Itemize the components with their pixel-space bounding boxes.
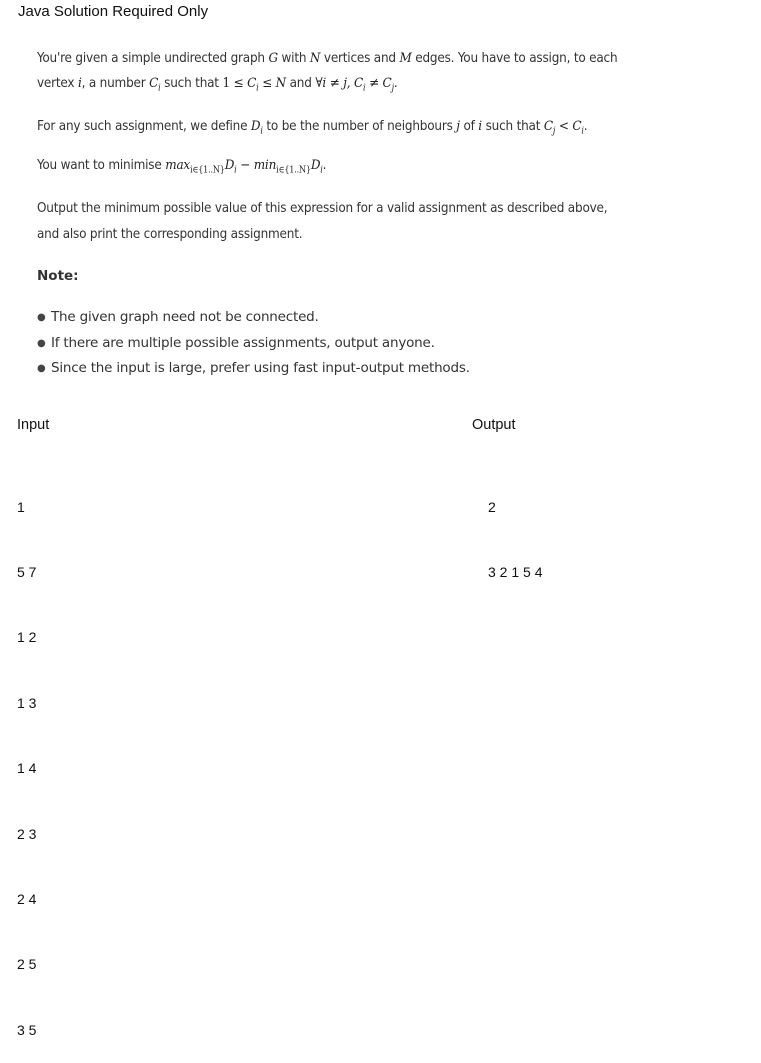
statement-line-2: vertex i, a number Ci such that 1 ≤ Ci ≤… <box>37 71 398 102</box>
text: . <box>322 158 327 173</box>
text: . <box>393 76 398 91</box>
text: with <box>277 51 310 66</box>
math-max: max <box>165 158 191 173</box>
text: and <box>286 76 316 91</box>
math-Cj: Cj <box>543 119 556 137</box>
input-line: 1 2 <box>17 629 37 646</box>
math-C: C <box>149 76 159 91</box>
text: You're given a simple undirected graph <box>37 51 269 66</box>
input-line: 1 <box>17 498 25 515</box>
statement-line-5: Output the minimum possible value of thi… <box>37 201 608 216</box>
bullet-icon: ● <box>37 363 46 374</box>
math-Di: Di <box>310 158 323 176</box>
math-D: D <box>310 158 321 173</box>
math-le: 1 ≤ <box>222 76 248 91</box>
math-Ci: Ci <box>149 76 161 94</box>
math-Ci: Ci <box>247 76 259 94</box>
text: such that <box>160 76 223 91</box>
text: such that <box>481 119 544 134</box>
math-C: C <box>247 76 257 91</box>
math-M: M <box>399 51 412 66</box>
note-heading: Note: <box>37 268 79 284</box>
math-G: G <box>268 51 278 66</box>
note-item: ● The given graph need not be connected. <box>37 305 470 331</box>
math-D: D <box>250 119 261 134</box>
input-line: 5 7 <box>17 563 37 580</box>
note-text: The given graph need not be connected. <box>51 309 319 325</box>
note-item: ● Since the input is large, prefer using … <box>37 356 470 382</box>
bullet-icon: ● <box>37 312 46 323</box>
math-N: N <box>309 51 321 66</box>
statement-line-1: You're given a simple undirected graph G… <box>37 46 618 71</box>
math-sub: i∈{1..N} <box>276 165 311 176</box>
input-line: 2 3 <box>17 825 37 842</box>
text: vertex <box>37 76 78 91</box>
statement-line-4: You want to minimise maxi∈{1..N}Di − min… <box>37 153 326 184</box>
note-text: If there are multiple possible assignmen… <box>51 334 435 351</box>
output-line: 2 <box>488 498 496 515</box>
math-min: min <box>253 158 277 173</box>
text: You want to minimise <box>37 158 166 173</box>
statement-line-3: For any such assignment, we define Di to… <box>37 114 588 145</box>
bullet-icon: ● <box>37 337 46 349</box>
text: . <box>583 119 588 134</box>
math-forall: ∀i ≠ j, C <box>315 76 363 91</box>
note-text: Since the input is large, prefer using f… <box>51 360 470 376</box>
text: edges. You have to assign, to each <box>411 51 618 66</box>
math-minus: − <box>236 158 254 173</box>
math-Di: Di <box>250 119 263 137</box>
input-label: Input <box>17 417 50 433</box>
input-line: 3 5 <box>17 1021 37 1038</box>
text: , a number <box>81 76 150 91</box>
text: to be the number of neighbours <box>262 119 457 134</box>
math-lt: < <box>555 119 573 134</box>
math-D: D <box>224 158 235 173</box>
input-line: 2 4 <box>17 890 37 907</box>
output-line: 3 2 1 5 4 <box>488 563 543 580</box>
page-title: Java Solution Required Only <box>18 3 209 20</box>
note-item: ● If there are multiple possible assignme… <box>37 331 470 357</box>
text: For any such assignment, we define <box>37 119 251 134</box>
output-label: Output <box>472 417 516 433</box>
input-line: 1 3 <box>17 694 37 711</box>
math-C: C <box>543 119 553 134</box>
note-list: ● The given graph need not be connected. … <box>37 305 470 382</box>
text: vertices and <box>320 51 400 66</box>
output-block: 2 3 2 1 5 4 <box>488 453 543 606</box>
math-Ci: Ci <box>572 119 584 137</box>
input-line: 1 4 <box>17 760 37 777</box>
statement-line-6: and also print the corresponding assignm… <box>37 227 303 242</box>
input-block: 1 5 7 1 2 1 3 1 4 2 3 2 4 2 5 3 5 <box>17 453 36 1063</box>
input-line: 2 5 <box>17 956 37 973</box>
math-Di: Di <box>224 158 237 176</box>
math-ne: ≠ C <box>365 76 392 91</box>
math-le: ≤ <box>258 76 276 91</box>
text: of <box>459 119 479 134</box>
math-N: N <box>275 76 287 91</box>
math-sub: i∈{1..N} <box>190 165 225 176</box>
